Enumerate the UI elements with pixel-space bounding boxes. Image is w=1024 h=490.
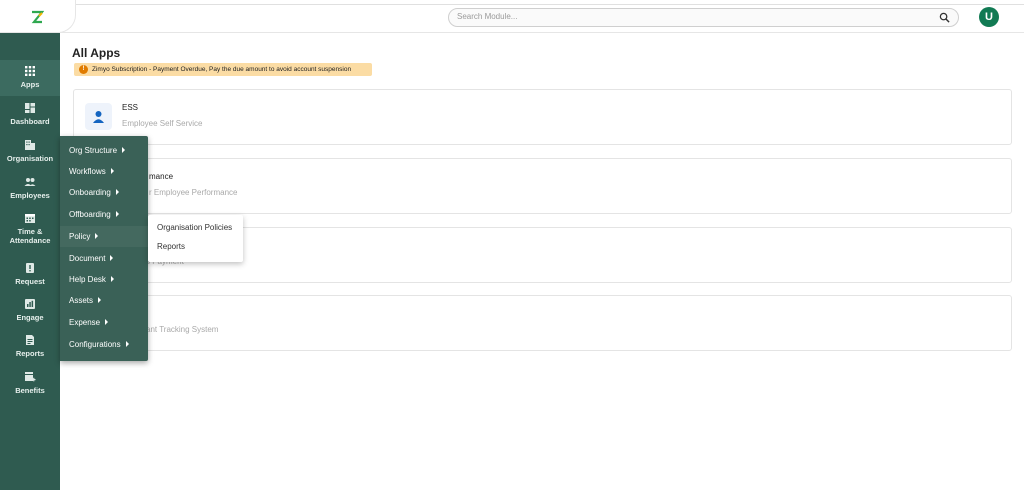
sidebar-item-label: Employees: [10, 191, 50, 200]
menu-item-org-structure[interactable]: Org Structure: [60, 140, 148, 161]
sidebar-item-label: Benefits: [15, 386, 45, 395]
sidebar-item-label: Apps: [20, 80, 40, 89]
menu-item-offboarding[interactable]: Offboarding: [60, 204, 148, 225]
submenu-item-organisation-policies[interactable]: Organisation Policies: [157, 223, 232, 232]
app-card-ess[interactable]: ESS Employee Self Service: [73, 89, 1012, 145]
menu-item-expense[interactable]: Expense: [60, 312, 148, 333]
sidebar-item-engage[interactable]: Engage: [0, 298, 60, 322]
menu-item-workflows[interactable]: Workflows: [60, 161, 148, 182]
menu-item-label: Policy: [69, 232, 91, 241]
caret-right-icon: [110, 168, 114, 174]
search-placeholder: Search Module...: [457, 12, 518, 21]
menu-item-help-desk[interactable]: Help Desk: [60, 269, 148, 290]
caret-right-icon: [105, 319, 109, 325]
caret-right-icon: [98, 297, 102, 303]
app-card-subtitle: Employee Self Service: [122, 119, 203, 128]
building-icon: [25, 140, 35, 150]
app-card-subtitle: r Employee Performance: [149, 188, 238, 197]
ess-app-icon: [85, 103, 112, 130]
app-card-title: ESS: [122, 103, 139, 112]
organisation-menu: Org Structure Workflows Onboarding Offbo…: [60, 136, 148, 361]
sidebar-item-time-attendance[interactable]: Time & Attendance: [0, 212, 60, 245]
sidebar-item-reports[interactable]: Reports: [0, 334, 60, 358]
sidebar-item-label-line2: Attendance: [9, 236, 51, 245]
menu-item-label: Org Structure: [69, 146, 118, 155]
calendar-icon: [25, 214, 35, 223]
search-icon[interactable]: [939, 12, 950, 23]
caret-right-icon: [115, 211, 119, 217]
menu-item-label: Assets: [69, 296, 94, 305]
app-card-subtitle: ant Tracking System: [146, 325, 219, 334]
sidebar-item-label: Dashboard: [10, 117, 50, 126]
app-card-title: mance: [149, 172, 174, 181]
page-title: All Apps: [72, 46, 121, 60]
subscription-alert: ! Zimyo Subscription - Payment Overdue, …: [74, 63, 372, 76]
dashboard-icon: [25, 103, 35, 113]
menu-item-label: Expense: [69, 318, 101, 327]
caret-right-icon: [125, 341, 129, 347]
caret-right-icon: [95, 233, 99, 239]
sidebar-item-dashboard[interactable]: Dashboard: [0, 102, 60, 126]
people-icon: [24, 178, 36, 186]
engage-icon: [25, 299, 35, 309]
caret-right-icon: [115, 189, 119, 195]
menu-item-assets[interactable]: Assets: [60, 290, 148, 311]
menu-item-label: Workflows: [69, 167, 106, 176]
avatar[interactable]: U: [979, 7, 999, 27]
benefits-icon: [25, 372, 36, 382]
request-icon: [26, 263, 34, 273]
logo-area: [0, 0, 76, 33]
menu-item-label: Onboarding: [69, 188, 111, 197]
menu-item-label: Document: [69, 254, 106, 263]
report-icon: [26, 335, 34, 345]
sidebar-item-employees[interactable]: Employees: [0, 176, 60, 200]
sidebar-item-request[interactable]: Request: [0, 262, 60, 286]
menu-item-configurations[interactable]: Configurations: [60, 334, 148, 355]
warning-icon: !: [79, 65, 88, 74]
menu-item-policy[interactable]: Policy: [60, 226, 148, 247]
sidebar-item-apps[interactable]: Apps: [0, 60, 60, 96]
logo-icon[interactable]: [30, 10, 44, 24]
caret-right-icon: [110, 276, 114, 282]
top-bar: Search Module... U: [0, 0, 1024, 33]
sidebar-item-benefits[interactable]: Benefits: [0, 371, 60, 395]
policy-submenu: Organisation Policies Reports: [148, 215, 243, 262]
sidebar-item-label: Time &: [17, 227, 43, 236]
caret-right-icon: [110, 255, 114, 261]
sidebar-item-label: Engage: [16, 313, 44, 322]
alert-text: Zimyo Subscription - Payment Overdue, Pa…: [92, 66, 352, 73]
menu-item-label: Help Desk: [69, 275, 106, 284]
sidebar-item-organisation[interactable]: Organisation: [0, 139, 60, 163]
caret-right-icon: [122, 147, 126, 153]
top-divider: [60, 4, 1024, 5]
sidebar-item-label: Organisation: [6, 154, 54, 163]
menu-item-label: Offboarding: [69, 210, 111, 219]
app-card-ats[interactable]: ant Tracking System: [73, 295, 1012, 351]
menu-item-onboarding[interactable]: Onboarding: [60, 182, 148, 203]
search-input[interactable]: Search Module...: [448, 8, 959, 27]
grid-icon: [25, 66, 35, 76]
app-card-performance[interactable]: mance r Employee Performance: [73, 158, 1012, 214]
sidebar-item-label: Reports: [15, 349, 45, 358]
menu-item-document[interactable]: Document: [60, 248, 148, 269]
menu-item-label: Configurations: [69, 340, 121, 349]
submenu-item-reports[interactable]: Reports: [157, 242, 185, 251]
person-icon: [93, 111, 104, 123]
sidebar-item-label: Request: [15, 277, 45, 286]
